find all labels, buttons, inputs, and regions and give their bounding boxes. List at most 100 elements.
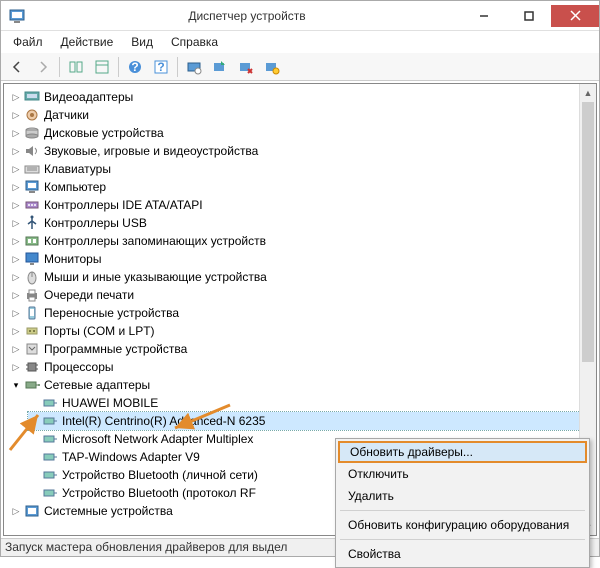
properties-button[interactable] [90, 55, 114, 79]
expand-icon[interactable]: ▷ [10, 289, 22, 301]
tree-item-label[interactable]: Microsoft Network Adapter Multiplex [62, 432, 253, 446]
tree-item-label: Мыши и иные указывающие устройства [44, 270, 267, 284]
expand-icon[interactable]: ▷ [10, 505, 22, 517]
tree-item-label[interactable]: Устройство Bluetooth (протокол RF [62, 486, 256, 500]
network-device-icon [42, 449, 58, 465]
sensor-icon [24, 107, 40, 123]
tree-item-label: Видеоадаптеры [44, 90, 133, 104]
network-device-icon [42, 413, 58, 429]
menu-action[interactable]: Действие [53, 33, 122, 51]
network-device-icon [42, 431, 58, 447]
maximize-button[interactable] [506, 5, 551, 27]
expand-icon[interactable]: ▷ [10, 199, 22, 211]
disk-icon [24, 125, 40, 141]
storage-controller-icon [24, 233, 40, 249]
back-button[interactable] [5, 55, 29, 79]
tree-item-label: Порты (COM и LPT) [44, 324, 155, 338]
network-device-icon [42, 467, 58, 483]
context-update-drivers[interactable]: Обновить драйверы... [338, 441, 587, 463]
status-text: Запуск мастера обновления драйверов для … [5, 540, 287, 554]
scrollbar-thumb[interactable] [582, 102, 594, 362]
context-separator [340, 539, 585, 540]
expand-icon[interactable]: ▷ [10, 181, 22, 193]
selected-device[interactable]: Intel(R) Centrino(R) Advanced-N 6235 [28, 412, 594, 430]
system-device-icon [24, 503, 40, 519]
context-separator [340, 510, 585, 511]
tree-item-label: Компьютер [44, 180, 106, 194]
collapse-icon[interactable]: ▾ [10, 379, 22, 391]
app-icon [9, 8, 25, 24]
tree-item-label: Очереди печати [44, 288, 134, 302]
expand-icon[interactable]: ▷ [10, 109, 22, 121]
tree-item-label: Контроллеры запоминающих устройств [44, 234, 266, 248]
help-topics-button[interactable]: ? [149, 55, 173, 79]
expand-icon[interactable]: ▷ [10, 91, 22, 103]
expand-icon[interactable]: ▷ [10, 307, 22, 319]
scroll-up-icon[interactable]: ▲ [580, 84, 596, 101]
context-menu: Обновить драйверы... Отключить Удалить О… [335, 438, 590, 568]
minimize-button[interactable] [461, 5, 506, 27]
context-update-config[interactable]: Обновить конфигурацию оборудования [338, 514, 587, 536]
menu-view[interactable]: Вид [123, 33, 161, 51]
scan-hardware-button[interactable] [182, 55, 206, 79]
print-queue-icon [24, 287, 40, 303]
display-adapter-icon [24, 89, 40, 105]
tree-item-label: Клавиатуры [44, 162, 111, 176]
svg-text:?: ? [157, 60, 164, 74]
expand-icon[interactable]: ▷ [10, 217, 22, 229]
close-button[interactable] [551, 5, 599, 27]
network-device-icon [42, 485, 58, 501]
update-driver-button[interactable] [208, 55, 232, 79]
tree-item-label: Системные устройства [44, 504, 173, 518]
tree-item-label: Звуковые, игровые и видеоустройства [44, 144, 258, 158]
context-disable[interactable]: Отключить [338, 463, 587, 485]
software-device-icon [24, 341, 40, 357]
expand-icon[interactable]: ▷ [10, 325, 22, 337]
keyboard-icon [24, 161, 40, 177]
window-title: Диспетчер устройств [33, 9, 461, 23]
network-adapter-icon [24, 377, 40, 393]
context-delete[interactable]: Удалить [338, 485, 587, 507]
svg-text:?: ? [131, 60, 138, 74]
uninstall-button[interactable] [234, 55, 258, 79]
help-button[interactable]: ? [123, 55, 147, 79]
tree-item-label[interactable]: Устройство Bluetooth (личной сети) [62, 468, 258, 482]
expand-icon[interactable]: ▷ [10, 253, 22, 265]
tool-bar: ? ? [1, 53, 599, 81]
tree-item-label: Датчики [44, 108, 89, 122]
context-properties[interactable]: Свойства [338, 543, 587, 565]
expand-icon[interactable]: ▷ [10, 235, 22, 247]
expand-icon[interactable]: ▷ [10, 145, 22, 157]
expand-icon[interactable]: ▷ [10, 343, 22, 355]
usb-controller-icon [24, 215, 40, 231]
tree-item-label: Программные устройства [44, 342, 187, 356]
tree-item-label: Мониторы [44, 252, 101, 266]
tree-item-label: Сетевые адаптеры [44, 378, 150, 392]
port-icon [24, 323, 40, 339]
title-bar: Диспетчер устройств [1, 1, 599, 31]
tree-item-label: Intel(R) Centrino(R) Advanced-N 6235 [62, 414, 265, 428]
menu-help[interactable]: Справка [163, 33, 226, 51]
disable-button[interactable] [260, 55, 284, 79]
expand-icon[interactable]: ▷ [10, 163, 22, 175]
show-hide-tree-button[interactable] [64, 55, 88, 79]
monitor-icon [24, 251, 40, 267]
menu-file[interactable]: Файл [5, 33, 51, 51]
tree-item-label: Переносные устройства [44, 306, 179, 320]
forward-button[interactable] [31, 55, 55, 79]
audio-icon [24, 143, 40, 159]
tree-item-label[interactable]: TAP-Windows Adapter V9 [62, 450, 200, 464]
tree-item-label: Контроллеры USB [44, 216, 147, 230]
ide-controller-icon [24, 197, 40, 213]
tree-item-label: Контроллеры IDE ATA/ATAPI [44, 198, 203, 212]
expand-icon[interactable]: ▷ [10, 361, 22, 373]
processor-icon [24, 359, 40, 375]
computer-icon [24, 179, 40, 195]
expand-icon[interactable]: ▷ [10, 127, 22, 139]
tree-item-label: Дисковые устройства [44, 126, 164, 140]
tree-item-label[interactable]: HUAWEI MOBILE [62, 396, 158, 410]
mouse-icon [24, 269, 40, 285]
tree-item-label: Процессоры [44, 360, 114, 374]
expand-icon[interactable]: ▷ [10, 271, 22, 283]
network-device-icon [42, 395, 58, 411]
